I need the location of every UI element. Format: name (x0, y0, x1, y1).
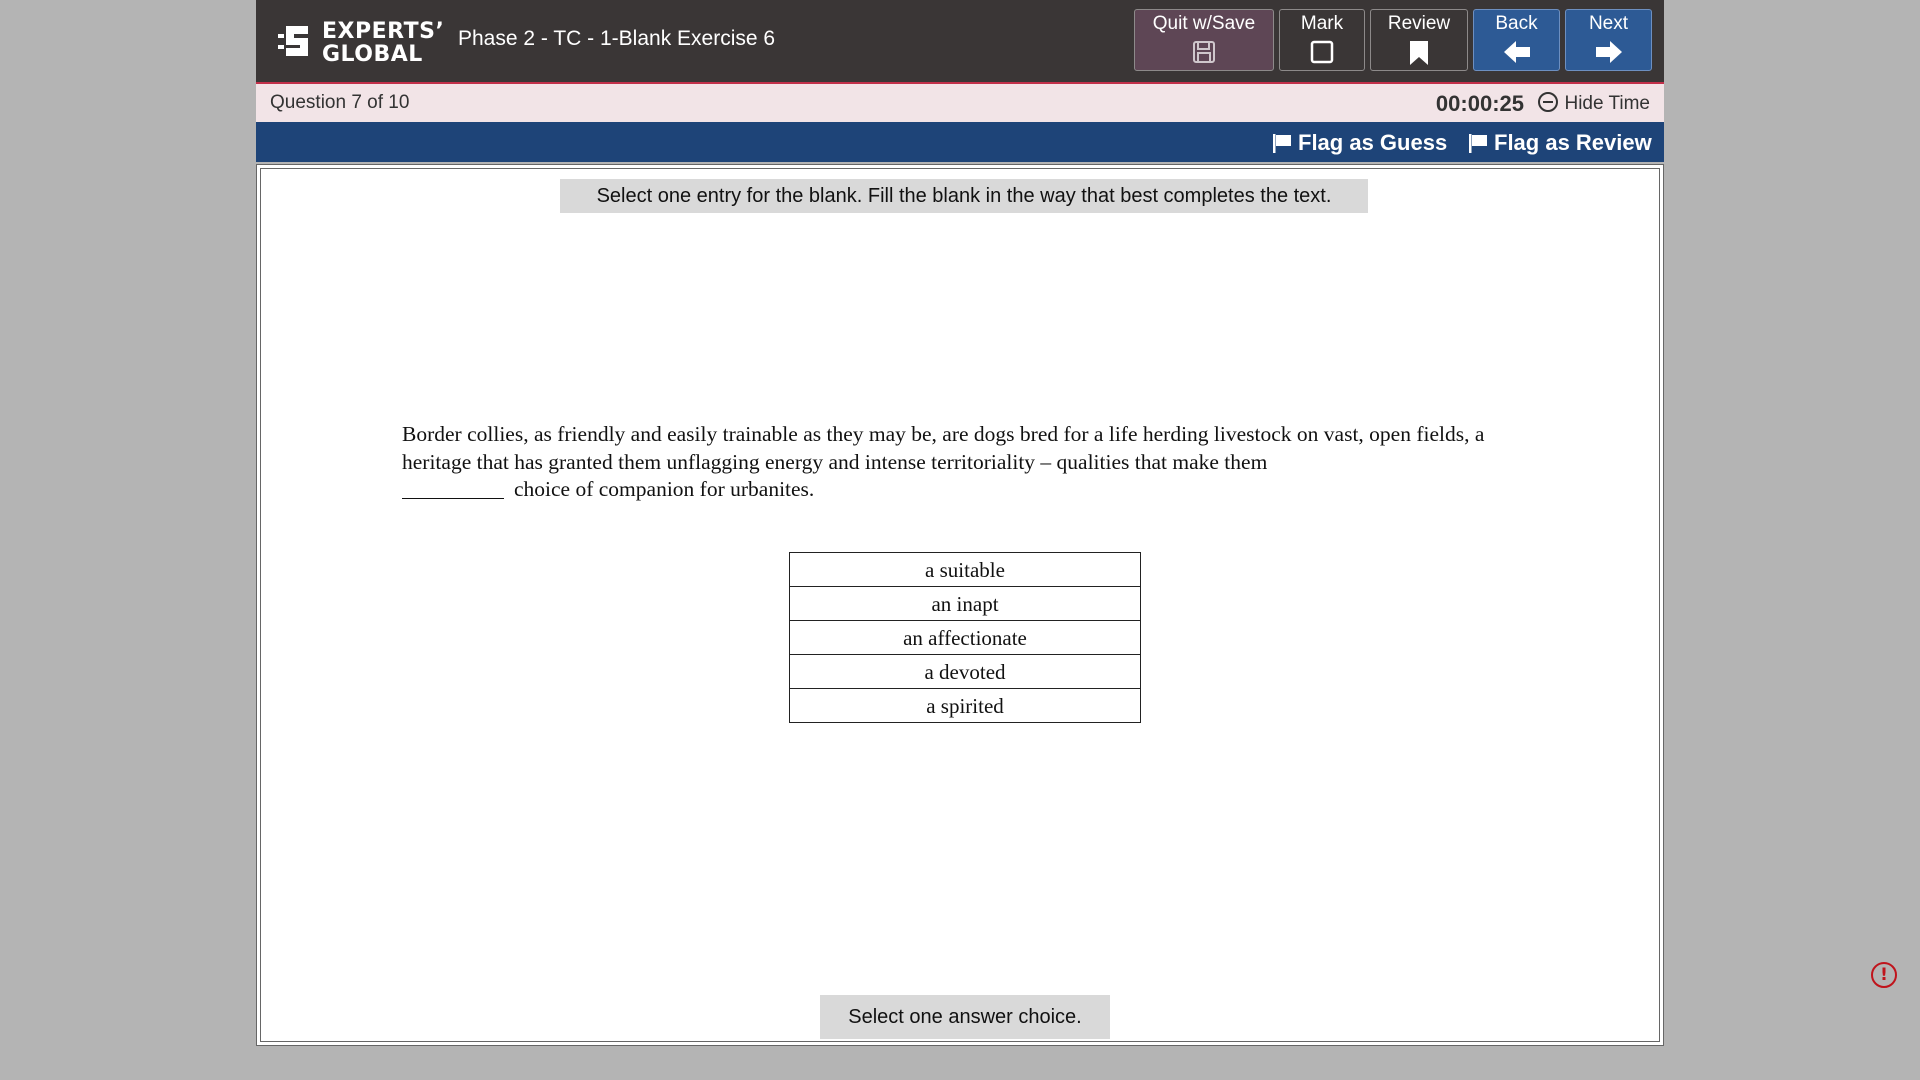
save-icon (1193, 41, 1215, 63)
exam-title: Phase 2 - TC - 1-Blank Exercise 6 (458, 27, 776, 50)
answer-choice[interactable]: a suitable (790, 553, 1140, 587)
mark-label: Mark (1300, 13, 1344, 34)
quit-save-label: Quit w/Save (1152, 13, 1256, 34)
back-button[interactable]: Back (1473, 9, 1560, 71)
answer-choice[interactable]: a devoted (790, 655, 1140, 689)
question-counter: Question 7 of 10 (270, 92, 410, 113)
flag-icon (1273, 134, 1291, 153)
test-app: EXPERTS’ GLOBAL Phase 2 - TC - 1-Blank E… (256, 0, 1664, 1046)
back-label: Back (1495, 13, 1538, 34)
quit-save-button[interactable]: Quit w/Save (1134, 9, 1274, 71)
mark-button[interactable]: Mark (1279, 9, 1365, 71)
header-bar: EXPERTS’ GLOBAL Phase 2 - TC - 1-Blank E… (256, 0, 1664, 84)
logo-line1: EXPERTS’ (322, 19, 445, 44)
flag-as-guess-button[interactable]: Flag as Guess (1272, 130, 1447, 156)
answer-instruction-note: Select one answer choice. (820, 995, 1110, 1039)
answer-choice[interactable]: an inapt (790, 587, 1140, 621)
flag-as-review-button[interactable]: Flag as Review (1468, 130, 1652, 156)
logo-text: EXPERTS’ GLOBAL (322, 20, 444, 66)
hide-time-button[interactable]: Hide Time (1538, 92, 1650, 115)
instruction-text: Select one entry for the blank. Fill the… (560, 179, 1368, 213)
logo-mark-icon (278, 26, 308, 56)
passage-text-before: Border collies, as friendly and easily t… (402, 422, 1485, 474)
timer: 00:00:25 (1435, 91, 1524, 116)
answer-blank (402, 478, 504, 499)
question-panel-inner: Select one entry for the blank. Fill the… (260, 168, 1660, 1042)
flag-bar: Flag as Guess Flag as Review (256, 122, 1664, 162)
review-label: Review (1387, 13, 1451, 34)
flag-icon (1469, 134, 1487, 153)
arrow-right-icon (1595, 41, 1622, 63)
arrow-left-icon (1503, 41, 1530, 63)
question-panel: Select one entry for the blank. Fill the… (256, 164, 1664, 1046)
bookmark-icon (1410, 41, 1428, 65)
flag-as-guess-label: Flag as Guess (1298, 130, 1448, 155)
answer-choices: a suitable an inapt an affectionate a de… (789, 552, 1141, 723)
review-button[interactable]: Review (1370, 9, 1468, 71)
flag-as-review-label: Flag as Review (1494, 130, 1652, 155)
hide-time-label: Hide Time (1564, 93, 1650, 114)
next-label: Next (1588, 13, 1629, 34)
logo-line2: GLOBAL (322, 42, 423, 67)
question-status-bar: Question 7 of 10 00:00:25 Hide Time (256, 84, 1664, 122)
logo: EXPERTS’ GLOBAL (278, 18, 444, 66)
alert-icon[interactable]: ! (1871, 962, 1897, 988)
checkbox-icon (1310, 40, 1334, 64)
answer-choice[interactable]: an affectionate (790, 621, 1140, 655)
next-button[interactable]: Next (1565, 9, 1652, 71)
passage-text-after: choice of companion for urbanites. (514, 477, 815, 501)
minus-circle-icon (1538, 92, 1559, 112)
passage: Border collies, as friendly and easily t… (402, 421, 1512, 504)
answer-choice[interactable]: a spirited (790, 689, 1140, 723)
